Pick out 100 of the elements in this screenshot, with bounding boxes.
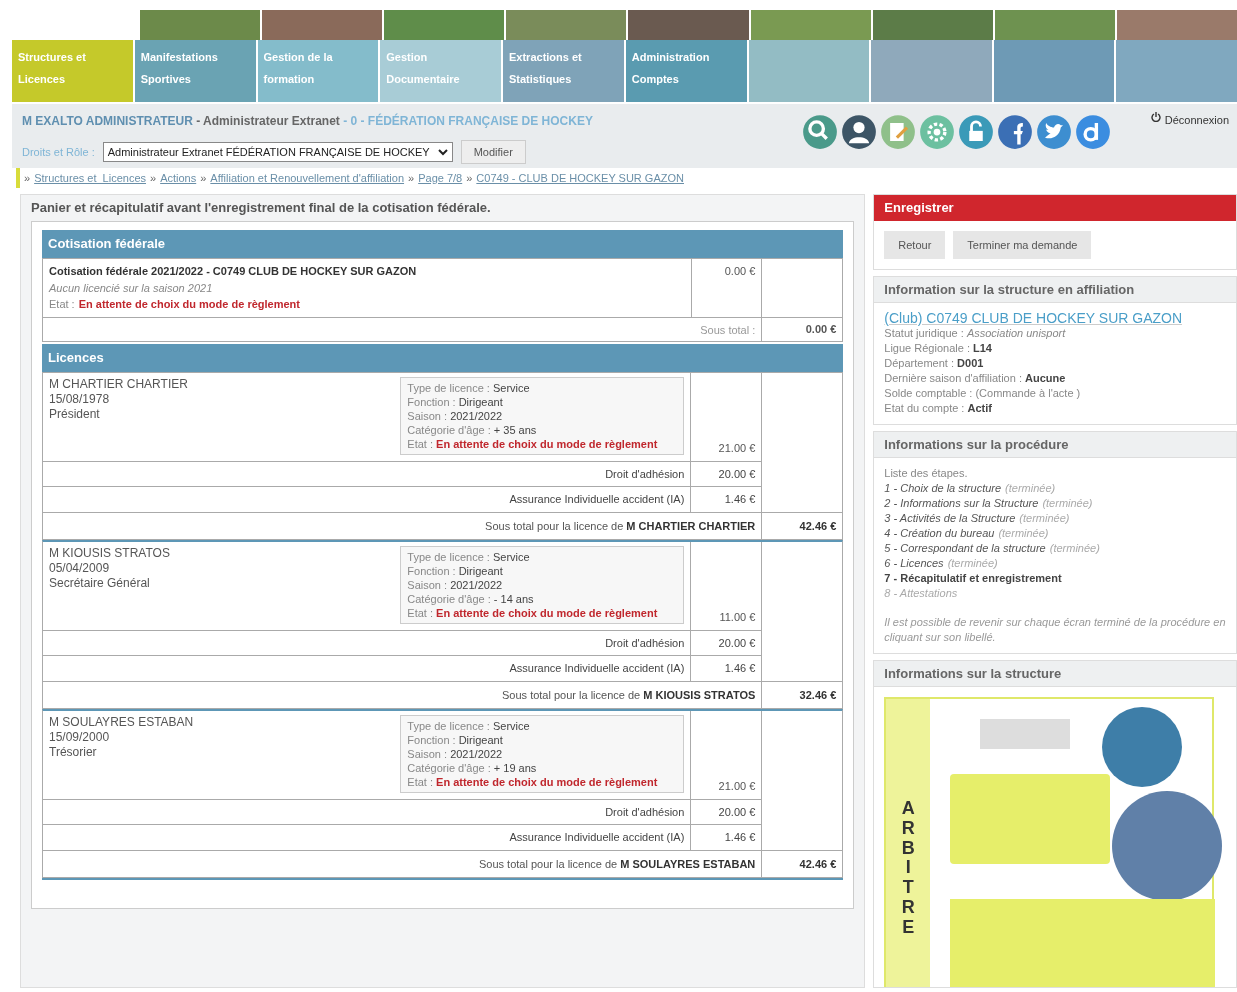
nav-tab[interactable]: Manifestations Sportives bbox=[134, 40, 256, 102]
user-icon[interactable] bbox=[841, 114, 877, 150]
breadcrumb-link[interactable]: Structures et Licences bbox=[34, 169, 146, 187]
lock-icon[interactable] bbox=[958, 114, 994, 150]
amount: 1.46 € bbox=[723, 660, 757, 676]
field-label: Dernière saison d'affiliation : bbox=[884, 372, 1023, 384]
licensee-role: Trésorier bbox=[49, 744, 98, 760]
nav-tab[interactable]: Gestion de la formation bbox=[257, 40, 379, 102]
subtotal-amount: 0.00 € bbox=[804, 322, 838, 338]
procedure-step[interactable]: 5 - Correspondant de la structure (terminée) bbox=[884, 541, 1226, 556]
modify-button[interactable]: Modifier bbox=[460, 140, 526, 164]
amount: 20.00 € bbox=[717, 466, 757, 482]
fee-label: Assurance Individuelle accident (IA) bbox=[43, 486, 692, 512]
birth-date: 15/08/1978 bbox=[49, 391, 111, 407]
field-value: L14 bbox=[973, 342, 992, 354]
procedure-step[interactable]: 4 - Création du bureau (terminée) bbox=[884, 526, 1226, 541]
licensee-name: M KIOUSIS STRATOS bbox=[49, 545, 170, 561]
licence-detail: Type de licence : Service bbox=[407, 549, 531, 564]
procedure-step[interactable]: 3 - Activités de la Structure (terminée) bbox=[884, 511, 1226, 526]
state-value: En attente de choix du mode de règlement bbox=[78, 297, 300, 312]
subtotal-amount: 32.46 € bbox=[798, 687, 838, 703]
breadcrumb-separator: » bbox=[150, 170, 157, 186]
user-info: M EXALTO ADMINISTRATEUR - Administrateur Extranet - 0 - FÉDÉRATION FRANÇAISE DE HOCKEY bbox=[22, 112, 594, 130]
amount: 20.00 € bbox=[717, 804, 757, 820]
procedure-step: 8 - Attestations bbox=[884, 586, 1226, 601]
section-header: Cotisation fédérale bbox=[42, 230, 844, 258]
licence-detail: Fonction : Dirigeant bbox=[407, 394, 504, 409]
club-link[interactable]: (Club) C0749 CLUB DE HOCKEY SUR GAZON bbox=[884, 311, 1226, 326]
field-label: Statut juridique : bbox=[884, 327, 965, 339]
breadcrumb-separator: » bbox=[408, 170, 415, 186]
licence-detail: Etat : En attente de choix du mode de règlement bbox=[407, 436, 659, 451]
fee-label: Droit d'adhésion bbox=[43, 799, 692, 825]
procedure-note: Il est possible de revenir sur chaque écran terminé de la procédure en cliquant sur son libellé. bbox=[884, 615, 1226, 645]
flyer-title: ARBITRE bbox=[901, 799, 915, 939]
search-icon[interactable] bbox=[802, 114, 838, 150]
panel-header: Informations sur la structure bbox=[874, 661, 1236, 687]
panel-header: Informations sur la procédure bbox=[874, 432, 1236, 458]
amount: 1.46 € bbox=[723, 491, 757, 507]
procedure-step[interactable]: 2 - Informations sur la Structure (terminée) bbox=[884, 496, 1226, 511]
subtotal-label: Sous total pour la licence de M KIOUSIS STRATOS bbox=[43, 681, 763, 709]
panel-header: Information sur la structure en affiliation bbox=[874, 277, 1236, 303]
subtotal-label: Sous total pour la licence de M CHARTIER CHARTIER bbox=[43, 512, 763, 540]
breadcrumb-separator: » bbox=[24, 170, 31, 186]
licence-detail: Fonction : Dirigeant bbox=[407, 563, 504, 578]
amount: 20.00 € bbox=[717, 635, 757, 651]
licensee-name: M CHARTIER CHARTIER bbox=[49, 376, 188, 392]
amount: 0.00 € bbox=[692, 259, 763, 317]
birth-date: 15/09/2000 bbox=[49, 729, 111, 745]
licence-detail: Saison : 2021/2022 bbox=[407, 746, 504, 761]
procedure-step[interactable]: 1 - Choix de la structure (terminée) bbox=[884, 481, 1226, 496]
section-header: Licences bbox=[42, 343, 844, 372]
procedure-step[interactable]: 6 - Licences (terminée) bbox=[884, 556, 1226, 571]
action-button[interactable]: Retour bbox=[884, 231, 946, 259]
letter-d-icon[interactable] bbox=[1075, 114, 1111, 150]
power-icon bbox=[1150, 112, 1161, 122]
action-button[interactable]: Terminer ma demande bbox=[953, 231, 1092, 259]
licence-detail: Type de licence : Service bbox=[407, 380, 531, 395]
panel-header: Enregistrer bbox=[874, 195, 1236, 221]
field-value: Actif bbox=[967, 402, 992, 414]
subtotal-amount: 42.46 € bbox=[798, 856, 838, 872]
licence-detail: Fonction : Dirigeant bbox=[407, 732, 504, 747]
licence-detail: Catégorie d'âge : + 35 ans bbox=[407, 422, 538, 437]
steps-intro: Liste des étapes. bbox=[884, 466, 969, 481]
licence-detail: Catégorie d'âge : - 14 ans bbox=[407, 591, 535, 606]
nav-tab[interactable]: Extractions et Statistiques bbox=[503, 40, 624, 102]
nav-tab[interactable]: Administration Comptes bbox=[625, 40, 747, 102]
cotisation-note: Aucun licencié sur la saison 2021 bbox=[49, 280, 214, 296]
procedure-step: 7 - Récapitulatif et enregistrement bbox=[884, 571, 1226, 586]
role-select[interactable]: Administrateur Extranet FÉDÉRATION FRANÇAISE DE HOCKEY bbox=[102, 142, 453, 162]
rights-label: Droits et Rôle : bbox=[22, 144, 95, 160]
fee-label: Droit d'adhésion bbox=[43, 461, 692, 487]
fee-label: Droit d'adhésion bbox=[43, 630, 692, 656]
breadcrumb-link[interactable]: C0749 - CLUB DE HOCKEY SUR GAZON bbox=[476, 169, 684, 187]
licensee-role: Secrétaire Général bbox=[49, 575, 151, 591]
subtotal-label: Sous total pour la licence de M SOULAYRES ESTABAN bbox=[43, 850, 763, 878]
licence-detail: Catégorie d'âge : + 19 ans bbox=[407, 760, 538, 775]
breadcrumb-separator: » bbox=[200, 170, 207, 186]
fee-label: Assurance Individuelle accident (IA) bbox=[43, 824, 692, 850]
licence-detail: Etat : En attente de choix du mode de règlement bbox=[407, 774, 659, 789]
subtotal-amount: 42.46 € bbox=[798, 518, 838, 534]
bird-icon[interactable] bbox=[1036, 114, 1072, 150]
breadcrumb-separator: » bbox=[466, 170, 473, 186]
page-title: Panier et récapitulatif avant l'enregistrement final de la cotisation fédérale. bbox=[31, 199, 492, 217]
cotisation-title: Cotisation fédérale 2021/2022 - C0749 CLUB DE HOCKEY SUR GAZON bbox=[49, 264, 418, 279]
logout-link[interactable]: Déconnexion bbox=[1150, 112, 1229, 168]
state-label: Etat : bbox=[49, 297, 75, 312]
settings-icon[interactable] bbox=[919, 114, 955, 150]
licensee-name: M SOULAYRES ESTABAN bbox=[49, 714, 194, 730]
subtotal-label: Sous total : bbox=[43, 317, 763, 342]
licence-detail: Type de licence : Service bbox=[407, 718, 531, 733]
field-label: Etat du compte : bbox=[884, 402, 966, 414]
breadcrumb-link[interactable]: Page 7/8 bbox=[418, 169, 463, 187]
amount: 21.00 € bbox=[718, 441, 756, 456]
field-label: Département : bbox=[884, 357, 955, 369]
letter-f-icon[interactable] bbox=[997, 114, 1033, 150]
licence-detail: Etat : En attente de choix du mode de règlement bbox=[407, 605, 659, 620]
breadcrumb-link[interactable]: Affiliation et Renouvellement d'affiliation bbox=[210, 169, 405, 187]
amount: 1.46 € bbox=[723, 829, 757, 845]
fee-label: Assurance Individuelle accident (IA) bbox=[43, 655, 692, 681]
breadcrumb-link[interactable]: Actions bbox=[160, 169, 197, 187]
